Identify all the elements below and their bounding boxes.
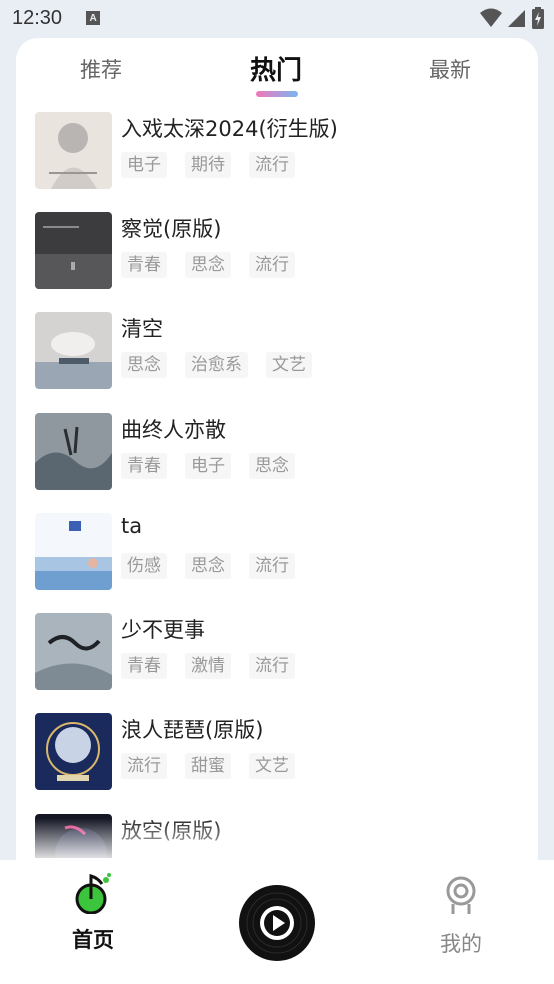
song-title: 察觉(原版): [121, 217, 222, 241]
tag[interactable]: 思念: [121, 352, 167, 378]
song-title: 曲终人亦散: [121, 418, 226, 442]
tag[interactable]: 电子: [185, 453, 231, 479]
album-cover: [35, 413, 112, 490]
wifi-icon: [480, 8, 502, 27]
tag[interactable]: 文艺: [266, 352, 312, 378]
album-cover: [35, 112, 112, 189]
nav-home-label: 首页: [72, 928, 114, 952]
song-list[interactable]: 入戏太深2024(衍生版) 电子 期待 流行 察觉(原版) 青春 思念 流行 清…: [16, 110, 538, 858]
cellular-signal-icon: [508, 10, 525, 27]
nav-mine-label: 我的: [440, 932, 482, 956]
status-bar: 12:30 A: [0, 0, 554, 36]
play-button[interactable]: [238, 884, 316, 962]
tag[interactable]: 思念: [185, 553, 231, 579]
tag[interactable]: 流行: [249, 653, 295, 679]
album-cover: [35, 713, 112, 790]
music-note-icon: [75, 873, 111, 915]
tag[interactable]: 治愈系: [185, 352, 248, 378]
bottom-navigation: 首页 我的: [0, 860, 554, 984]
album-cover: [35, 613, 112, 690]
tag[interactable]: 流行: [249, 553, 295, 579]
song-item[interactable]: 察觉(原版) 青春 思念 流行: [35, 212, 515, 290]
tag[interactable]: 伤感: [121, 553, 167, 579]
category-tabs: 推荐 热门 最新: [16, 38, 538, 110]
song-title: 放空(原版): [121, 819, 222, 843]
active-tab-indicator: [256, 91, 298, 97]
tag[interactable]: 激情: [185, 653, 231, 679]
tag[interactable]: 青春: [121, 653, 167, 679]
tag-list: 青春 激情 流行: [121, 653, 295, 679]
song-item[interactable]: 少不更事 青春 激情 流行: [35, 613, 515, 691]
tag-list: 流行 甜蜜 文艺: [121, 753, 295, 779]
song-title: 清空: [121, 317, 163, 341]
tag[interactable]: 流行: [249, 252, 295, 278]
tag[interactable]: 思念: [185, 252, 231, 278]
tag[interactable]: 青春: [121, 453, 167, 479]
play-icon: [239, 885, 315, 961]
song-item[interactable]: ta 伤感 思念 流行: [35, 513, 515, 591]
tab-popular[interactable]: 热门: [250, 50, 302, 87]
album-cover: [35, 212, 112, 289]
tag[interactable]: 电子: [121, 152, 167, 178]
song-item[interactable]: 清空 思念 治愈系 文艺: [35, 312, 515, 390]
album-cover: [35, 513, 112, 590]
battery-icon: [532, 7, 544, 29]
tag-list: 青春 电子 思念: [121, 453, 295, 479]
song-list-card: 推荐 热门 最新 入戏太深2024(衍生版) 电子 期待 流行 察觉(原版) 青…: [16, 38, 538, 878]
tag[interactable]: 文艺: [249, 753, 295, 779]
song-item[interactable]: 浪人琵琶(原版) 流行 甜蜜 文艺: [35, 713, 515, 791]
tag[interactable]: 思念: [249, 453, 295, 479]
tag[interactable]: 青春: [121, 252, 167, 278]
song-item[interactable]: 曲终人亦散 青春 电子 思念: [35, 413, 515, 491]
nav-home[interactable]: 首页: [62, 872, 124, 954]
song-title: 入戏太深2024(衍生版): [121, 117, 338, 141]
song-title: 少不更事: [121, 618, 205, 642]
tag-list: 电子 期待 流行: [121, 152, 295, 178]
song-item[interactable]: 放空(原版): [35, 814, 515, 858]
album-cover: [35, 814, 112, 858]
tag[interactable]: 流行: [249, 152, 295, 178]
status-time: 12:30: [12, 6, 63, 29]
tag[interactable]: 期待: [185, 152, 231, 178]
nav-mine[interactable]: 我的: [430, 876, 492, 958]
notification-icon: A: [86, 11, 101, 25]
person-icon: [446, 876, 476, 914]
tag-list: 伤感 思念 流行: [121, 553, 295, 579]
tag[interactable]: 流行: [121, 753, 167, 779]
song-item[interactable]: 入戏太深2024(衍生版) 电子 期待 流行: [35, 112, 515, 190]
tag[interactable]: 甜蜜: [185, 753, 231, 779]
song-title: ta: [121, 514, 143, 538]
tag-list: 思念 治愈系 文艺: [121, 352, 312, 378]
tab-latest[interactable]: 最新: [429, 54, 471, 84]
album-cover: [35, 312, 112, 389]
song-title: 浪人琵琶(原版): [121, 718, 264, 742]
tag-list: 青春 思念 流行: [121, 252, 295, 278]
status-icons: [480, 7, 544, 29]
tab-recommended[interactable]: 推荐: [80, 54, 122, 84]
